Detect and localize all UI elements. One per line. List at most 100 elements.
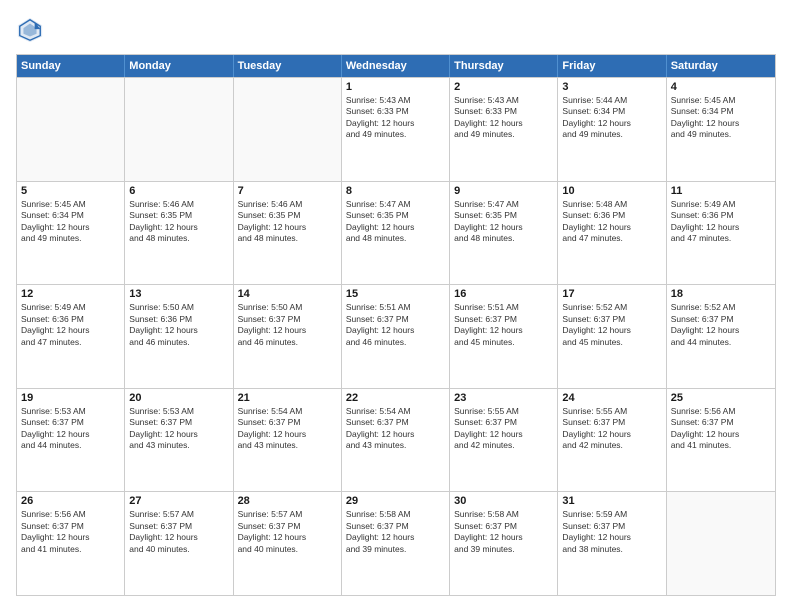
day-info: Sunrise: 5:51 AM Sunset: 6:37 PM Dayligh…: [454, 302, 553, 348]
day-cell-14: 14 Sunrise: 5:50 AM Sunset: 6:37 PM Dayli…: [234, 285, 342, 388]
day-number: 17: [562, 288, 661, 300]
day-number: 3: [562, 81, 661, 93]
day-info: Sunrise: 5:45 AM Sunset: 6:34 PM Dayligh…: [671, 95, 771, 141]
day-cell-1: 1 Sunrise: 5:43 AM Sunset: 6:33 PM Daylig…: [342, 78, 450, 181]
header-day-saturday: Saturday: [667, 55, 775, 77]
day-number: 16: [454, 288, 553, 300]
day-number: 8: [346, 185, 445, 197]
day-info: Sunrise: 5:51 AM Sunset: 6:37 PM Dayligh…: [346, 302, 445, 348]
day-cell-29: 29 Sunrise: 5:58 AM Sunset: 6:37 PM Dayli…: [342, 492, 450, 595]
day-info: Sunrise: 5:47 AM Sunset: 6:35 PM Dayligh…: [346, 199, 445, 245]
day-info: Sunrise: 5:55 AM Sunset: 6:37 PM Dayligh…: [454, 406, 553, 452]
day-info: Sunrise: 5:53 AM Sunset: 6:37 PM Dayligh…: [21, 406, 120, 452]
day-cell-13: 13 Sunrise: 5:50 AM Sunset: 6:36 PM Dayli…: [125, 285, 233, 388]
day-info: Sunrise: 5:46 AM Sunset: 6:35 PM Dayligh…: [238, 199, 337, 245]
week-row-5: 26 Sunrise: 5:56 AM Sunset: 6:37 PM Dayli…: [17, 491, 775, 595]
week-row-1: 1 Sunrise: 5:43 AM Sunset: 6:33 PM Daylig…: [17, 77, 775, 181]
day-number: 11: [671, 185, 771, 197]
day-number: 24: [562, 392, 661, 404]
header-day-tuesday: Tuesday: [234, 55, 342, 77]
day-number: 29: [346, 495, 445, 507]
day-cell-7: 7 Sunrise: 5:46 AM Sunset: 6:35 PM Daylig…: [234, 182, 342, 285]
logo: [16, 16, 48, 44]
day-info: Sunrise: 5:55 AM Sunset: 6:37 PM Dayligh…: [562, 406, 661, 452]
day-info: Sunrise: 5:58 AM Sunset: 6:37 PM Dayligh…: [346, 509, 445, 555]
day-number: 26: [21, 495, 120, 507]
day-info: Sunrise: 5:54 AM Sunset: 6:37 PM Dayligh…: [346, 406, 445, 452]
calendar-body: 1 Sunrise: 5:43 AM Sunset: 6:33 PM Daylig…: [17, 77, 775, 595]
day-number: 15: [346, 288, 445, 300]
day-number: 9: [454, 185, 553, 197]
day-number: 18: [671, 288, 771, 300]
day-cell-27: 27 Sunrise: 5:57 AM Sunset: 6:37 PM Dayli…: [125, 492, 233, 595]
day-cell-5: 5 Sunrise: 5:45 AM Sunset: 6:34 PM Daylig…: [17, 182, 125, 285]
header: [16, 16, 776, 44]
empty-cell: [667, 492, 775, 595]
day-number: 21: [238, 392, 337, 404]
day-number: 7: [238, 185, 337, 197]
day-number: 27: [129, 495, 228, 507]
day-cell-12: 12 Sunrise: 5:49 AM Sunset: 6:36 PM Dayli…: [17, 285, 125, 388]
day-cell-11: 11 Sunrise: 5:49 AM Sunset: 6:36 PM Dayli…: [667, 182, 775, 285]
day-number: 2: [454, 81, 553, 93]
day-cell-31: 31Sunrise: 5:59 AM Sunset: 6:37 PM Dayli…: [558, 492, 666, 595]
day-info: Sunrise: 5:56 AM Sunset: 6:37 PM Dayligh…: [671, 406, 771, 452]
day-info: Sunrise: 5:52 AM Sunset: 6:37 PM Dayligh…: [562, 302, 661, 348]
day-number: 25: [671, 392, 771, 404]
day-number: 31: [562, 495, 661, 507]
day-cell-26: 26 Sunrise: 5:56 AM Sunset: 6:37 PM Dayli…: [17, 492, 125, 595]
calendar-header: SundayMondayTuesdayWednesdayThursdayFrid…: [17, 55, 775, 77]
day-cell-8: 8 Sunrise: 5:47 AM Sunset: 6:35 PM Daylig…: [342, 182, 450, 285]
day-info: Sunrise: 5:52 AM Sunset: 6:37 PM Dayligh…: [671, 302, 771, 348]
empty-cell: [125, 78, 233, 181]
day-number: 1: [346, 81, 445, 93]
day-info: Sunrise: 5:56 AM Sunset: 6:37 PM Dayligh…: [21, 509, 120, 555]
logo-icon: [16, 16, 44, 44]
header-day-wednesday: Wednesday: [342, 55, 450, 77]
day-number: 20: [129, 392, 228, 404]
day-cell-28: 28 Sunrise: 5:57 AM Sunset: 6:37 PM Dayli…: [234, 492, 342, 595]
header-day-monday: Monday: [125, 55, 233, 77]
day-info: Sunrise: 5:49 AM Sunset: 6:36 PM Dayligh…: [671, 199, 771, 245]
day-number: 30: [454, 495, 553, 507]
header-day-friday: Friday: [558, 55, 666, 77]
day-cell-9: 9 Sunrise: 5:47 AM Sunset: 6:35 PM Daylig…: [450, 182, 558, 285]
day-number: 28: [238, 495, 337, 507]
day-cell-20: 20 Sunrise: 5:53 AM Sunset: 6:37 PM Dayli…: [125, 389, 233, 492]
day-info: Sunrise: 5:50 AM Sunset: 6:37 PM Dayligh…: [238, 302, 337, 348]
day-info: Sunrise: 5:49 AM Sunset: 6:36 PM Dayligh…: [21, 302, 120, 348]
day-cell-4: 4Sunrise: 5:45 AM Sunset: 6:34 PM Daylig…: [667, 78, 775, 181]
day-number: 12: [21, 288, 120, 300]
week-row-3: 12 Sunrise: 5:49 AM Sunset: 6:36 PM Dayli…: [17, 284, 775, 388]
calendar: SundayMondayTuesdayWednesdayThursdayFrid…: [16, 54, 776, 596]
day-info: Sunrise: 5:50 AM Sunset: 6:36 PM Dayligh…: [129, 302, 228, 348]
day-cell-21: 21 Sunrise: 5:54 AM Sunset: 6:37 PM Dayli…: [234, 389, 342, 492]
day-info: Sunrise: 5:43 AM Sunset: 6:33 PM Dayligh…: [346, 95, 445, 141]
day-cell-10: 10Sunrise: 5:48 AM Sunset: 6:36 PM Dayli…: [558, 182, 666, 285]
day-number: 19: [21, 392, 120, 404]
day-cell-3: 3Sunrise: 5:44 AM Sunset: 6:34 PM Daylig…: [558, 78, 666, 181]
day-cell-17: 17 Sunrise: 5:52 AM Sunset: 6:37 PM Dayli…: [558, 285, 666, 388]
day-cell-24: 24 Sunrise: 5:55 AM Sunset: 6:37 PM Dayli…: [558, 389, 666, 492]
day-cell-25: 25 Sunrise: 5:56 AM Sunset: 6:37 PM Dayli…: [667, 389, 775, 492]
day-number: 10: [562, 185, 661, 197]
day-number: 5: [21, 185, 120, 197]
day-cell-22: 22 Sunrise: 5:54 AM Sunset: 6:37 PM Dayli…: [342, 389, 450, 492]
day-info: Sunrise: 5:47 AM Sunset: 6:35 PM Dayligh…: [454, 199, 553, 245]
header-day-sunday: Sunday: [17, 55, 125, 77]
day-cell-19: 19 Sunrise: 5:53 AM Sunset: 6:37 PM Dayli…: [17, 389, 125, 492]
empty-cell: [234, 78, 342, 181]
day-number: 6: [129, 185, 228, 197]
day-cell-2: 2Sunrise: 5:43 AM Sunset: 6:33 PM Daylig…: [450, 78, 558, 181]
day-cell-16: 16 Sunrise: 5:51 AM Sunset: 6:37 PM Dayli…: [450, 285, 558, 388]
day-info: Sunrise: 5:57 AM Sunset: 6:37 PM Dayligh…: [238, 509, 337, 555]
day-number: 13: [129, 288, 228, 300]
day-number: 22: [346, 392, 445, 404]
day-info: Sunrise: 5:45 AM Sunset: 6:34 PM Dayligh…: [21, 199, 120, 245]
day-number: 14: [238, 288, 337, 300]
day-info: Sunrise: 5:54 AM Sunset: 6:37 PM Dayligh…: [238, 406, 337, 452]
day-info: Sunrise: 5:53 AM Sunset: 6:37 PM Dayligh…: [129, 406, 228, 452]
header-day-thursday: Thursday: [450, 55, 558, 77]
day-cell-15: 15 Sunrise: 5:51 AM Sunset: 6:37 PM Dayli…: [342, 285, 450, 388]
day-info: Sunrise: 5:57 AM Sunset: 6:37 PM Dayligh…: [129, 509, 228, 555]
